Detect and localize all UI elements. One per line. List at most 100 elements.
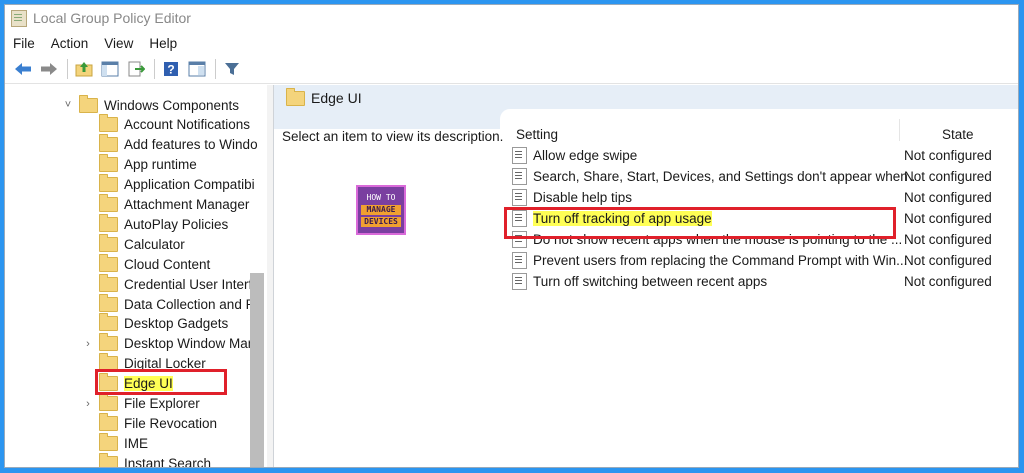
tree-item[interactable]: ˅ Windows Components [61,94,239,115]
menu-bar: File Action View Help [5,31,1018,55]
folder-icon [99,134,118,153]
export-list-icon[interactable] [126,59,146,79]
folder-icon [99,253,118,272]
column-header-state[interactable]: State [942,127,974,142]
tree-item[interactable]: IME [81,432,149,453]
gpedit-app-icon [11,9,27,27]
callout-box-tree [95,369,227,395]
tree-item[interactable]: Calculator [81,233,185,254]
policy-setting-icon [512,273,527,290]
folder-icon [99,333,118,352]
window-title: Local Group Policy Editor [33,10,191,26]
tree-item-label: Instant Search [124,455,212,467]
up-folder-icon[interactable] [74,59,94,79]
title-bar: Local Group Policy Editor [5,5,1018,31]
toolbar-separator [154,59,155,79]
tree-item[interactable]: › File Explorer [81,393,200,414]
help-icon[interactable]: ? [161,59,181,79]
policy-name: Turn off switching between recent apps [533,274,768,289]
toolbar: ? [5,55,1018,84]
folder-icon [99,432,118,451]
chevron-right-icon[interactable]: › [81,398,95,410]
pane-splitter[interactable] [267,85,274,467]
tree-item-label: File Revocation [124,415,218,431]
chevron-down-icon[interactable]: ˅ [61,99,75,111]
how-to-manage-devices-logo: HOW TO MANAGE DEVICES [356,185,406,235]
tree-pane: ˅ Windows Components Account Notifications… [5,85,268,467]
tree-item-label: Calculator [124,236,185,252]
callout-box-policy [504,207,896,239]
policy-row[interactable]: Search, Share, Start, Devices, and Setti… [512,166,1018,187]
logo-line-1: HOW TO [366,193,396,202]
menu-file[interactable]: File [13,36,35,51]
tree-item-label: Desktop Window Man [124,336,256,352]
policy-row[interactable]: Allow edge swipe Not configured [512,145,1018,166]
policy-state: Not configured [904,190,992,205]
tree-item[interactable]: Desktop Gadgets [81,313,229,334]
menu-view[interactable]: View [104,36,133,51]
tree-item-label: Account Notifications [124,117,251,133]
forward-arrow-icon[interactable] [39,59,59,79]
policy-setting-icon [512,252,527,269]
menu-help[interactable]: Help [149,36,177,51]
tree-item[interactable]: Application Compatibi [81,174,255,195]
folder-icon [99,114,118,133]
panes: ˅ Windows Components Account Notifications… [5,85,1018,467]
folder-icon [99,452,118,467]
tree-item[interactable]: › Desktop Window Man [81,333,256,354]
group-policy-editor-window: Local Group Policy Editor File Action Vi… [4,4,1019,468]
tree-item[interactable]: File Revocation [81,412,218,433]
tree-item-label: File Explorer [124,396,200,411]
filter-icon[interactable] [222,59,242,79]
folder-icon [99,313,118,332]
policy-setting-icon [512,147,527,164]
policy-state: Not configured [904,169,992,184]
tree-item-label: Desktop Gadgets [124,316,229,332]
tree-scrollbar[interactable] [250,273,264,467]
tree-item[interactable]: Instant Search [81,452,212,467]
menu-action[interactable]: Action [51,36,89,51]
show-hide-tree-icon[interactable] [100,59,120,79]
tree-item[interactable]: Add features to Windo [81,134,258,155]
tree-item[interactable]: Account Notifications [81,114,251,135]
tree-item[interactable]: Attachment Manager [81,194,250,215]
column-header-setting[interactable]: Setting [516,127,558,142]
tree-item[interactable]: Credential User Interfa [81,273,260,294]
tree-item-label: Application Compatibi [124,177,255,193]
tree-item-label: AutoPlay Policies [124,216,229,232]
folder-icon [99,194,118,212]
folder-icon [79,94,98,113]
folder-icon [99,293,118,312]
chevron-right-icon[interactable]: › [81,338,95,350]
details-title: Edge UI [311,90,362,106]
folder-icon [99,273,118,292]
svg-text:?: ? [167,63,174,77]
tree-item[interactable]: Data Collection and Pr [81,293,259,314]
tree-item-label: IME [124,435,149,451]
folder-icon [99,412,118,431]
tree-item[interactable]: AutoPlay Policies [81,213,229,234]
tree-item[interactable]: App runtime [81,154,197,175]
tree-item[interactable]: Cloud Content [81,253,211,274]
folder-icon [99,154,118,173]
policy-state: Not configured [904,232,992,247]
policy-row[interactable]: Turn off switching between recent apps No… [512,271,1018,292]
properties-icon[interactable] [187,59,207,79]
folder-icon [99,393,118,411]
toolbar-separator [67,59,68,79]
policy-row[interactable]: Prevent users from replacing the Command… [512,250,1018,271]
folder-icon [99,213,118,232]
policy-name: Disable help tips [533,190,633,205]
details-header: Edge UI [274,85,1018,111]
description-prompt: Select an item to view its description. [282,129,504,144]
tree-item-label: Cloud Content [124,256,211,272]
back-arrow-icon[interactable] [13,59,33,79]
policy-state: Not configured [904,274,992,289]
policy-state: Not configured [904,211,992,226]
policy-name: Prevent users from replacing the Command… [533,253,908,268]
logo-line-2: MANAGE [361,205,401,215]
column-divider[interactable] [899,119,900,141]
policy-name: Search, Share, Start, Devices, and Setti… [533,169,915,184]
policy-row[interactable]: Disable help tips Not configured [512,187,1018,208]
tree-item-label: Attachment Manager [124,197,250,212]
